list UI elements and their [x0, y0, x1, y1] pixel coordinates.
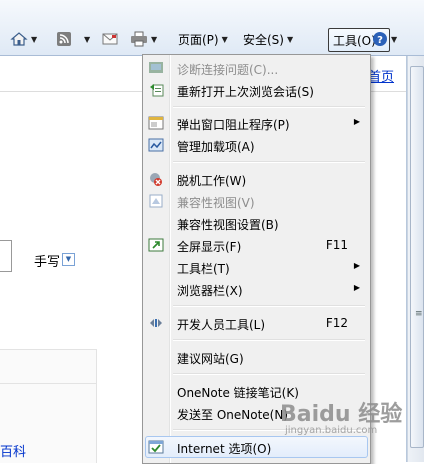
tools-menu-label: 工具(O) — [333, 33, 376, 48]
safety-menu-button[interactable]: 安全(S) ▼ — [243, 27, 293, 51]
menu-item-label: 管理加载项(A) — [177, 140, 255, 154]
feeds-button[interactable]: ▼ — [56, 27, 90, 51]
menu-separator — [173, 339, 365, 341]
read-mail-button[interactable] — [102, 27, 118, 51]
chevron-down-icon: ▼ — [221, 34, 228, 44]
homepage-link[interactable]: 首页 — [368, 66, 394, 85]
search-box[interactable] — [0, 240, 12, 272]
menu-separator — [173, 106, 365, 108]
menu-item-shortcut: F11 — [325, 238, 348, 252]
menu-item-label: 弹出窗口阻止程序(P) — [177, 118, 290, 132]
page-menu-button[interactable]: 页面(P) ▼ — [178, 27, 228, 51]
menu-item-label: 建议网站(G) — [177, 352, 244, 366]
command-bar: ▼ ▼ ▼ 页面(P) ▼ 安全(S) ▼ 工具(O) ? ▼ — [0, 0, 424, 56]
addons-icon — [148, 138, 164, 152]
menu-item-compat-view[interactable]: 兼容性视图(V) — [145, 190, 368, 212]
menu-item-developer-tools[interactable]: 开发人员工具(L) F12 — [145, 312, 368, 334]
handwrite-label[interactable]: 手写 — [34, 251, 60, 270]
menu-item-label: 兼容性视图设置(B) — [177, 218, 279, 232]
offline-icon — [150, 173, 162, 186]
diagnose-icon — [149, 62, 163, 73]
popup-blocker-icon — [148, 116, 164, 130]
menu-item-fullscreen[interactable]: 全屏显示(F) F11 — [145, 234, 368, 256]
menu-separator — [173, 161, 365, 163]
rss-feed-icon — [57, 32, 71, 46]
fullscreen-icon — [148, 238, 164, 252]
chevron-down-icon: ▼ — [84, 34, 91, 44]
menu-item-label: Internet 选项(O) — [177, 442, 272, 456]
menu-item-label: 重新打开上次浏览会话(S) — [177, 85, 314, 99]
safety-menu-label: 安全(S) — [243, 32, 284, 47]
vertical-scrollbar[interactable]: ≡ — [407, 56, 424, 462]
menu-item-reopen-session[interactable]: 重新打开上次浏览会话(S) — [145, 79, 368, 101]
menu-separator — [173, 305, 365, 307]
submenu-arrow-icon: ▶ — [353, 261, 360, 270]
menu-item-explorer-bars[interactable]: 浏览器栏(X) ▶ — [145, 278, 368, 300]
menu-item-label: 开发人员工具(L) — [177, 318, 266, 332]
menu-item-label: 浏览器栏(X) — [177, 284, 243, 298]
menu-item-label: 脱机工作(W) — [177, 174, 247, 188]
chevron-down-icon: ▼ — [31, 34, 38, 44]
menu-item-label: 工具栏(T) — [177, 262, 230, 276]
menu-item-internet-options[interactable]: Internet 选项(O) — [145, 436, 368, 458]
menu-item-diagnose[interactable]: 诊断连接问题(C)... — [145, 57, 368, 79]
reopen-session-icon — [150, 84, 164, 97]
menu-item-popup-blocker[interactable]: 弹出窗口阻止程序(P) ▶ — [145, 112, 368, 134]
menu-item-compat-view-settings[interactable]: 兼容性视图设置(B) — [145, 212, 368, 234]
home-icon — [10, 32, 28, 46]
menu-item-label: 诊断连接问题(C)... — [177, 63, 279, 77]
help-button[interactable]: ? ▼ — [372, 27, 397, 51]
home-button[interactable]: ▼ — [10, 27, 37, 51]
internet-options-icon — [148, 440, 164, 454]
menu-item-work-offline[interactable]: 脱机工作(W) — [145, 168, 368, 190]
menu-item-toolbars[interactable]: 工具栏(T) ▶ — [145, 256, 368, 278]
compat-view-icon — [149, 194, 163, 208]
printer-icon — [131, 31, 147, 47]
submenu-arrow-icon: ▶ — [353, 117, 360, 126]
baidu-watermark-url: jingyan.baidu.com — [285, 425, 378, 436]
handwrite-dropdown[interactable]: ▼ — [62, 253, 75, 266]
menu-item-label: 全屏显示(F) — [177, 240, 242, 254]
menu-separator — [173, 373, 365, 375]
menu-item-manage-addons[interactable]: 管理加载项(A) — [145, 134, 368, 156]
chevron-down-icon: ▼ — [286, 34, 294, 44]
mail-icon — [102, 33, 118, 45]
content-panel-line — [0, 383, 96, 384]
baike-link[interactable]: 百科 — [0, 441, 26, 460]
svg-text:?: ? — [377, 35, 383, 46]
dev-tools-icon — [150, 319, 162, 327]
print-button[interactable]: ▼ — [130, 27, 157, 51]
page-menu-label: 页面(P) — [178, 32, 219, 47]
menu-item-label: 发送至 OneNote(N) — [177, 408, 288, 422]
submenu-arrow-icon: ▶ — [353, 283, 360, 292]
help-icon: ? — [373, 32, 387, 46]
chevron-down-icon: ▼ — [391, 34, 398, 44]
menu-item-suggested-sites[interactable]: 建议网站(G) — [145, 346, 368, 368]
chevron-down-icon: ▼ — [151, 34, 158, 44]
menu-item-shortcut: F12 — [325, 316, 348, 330]
scrollbar-thumb[interactable]: ≡ — [410, 66, 424, 448]
baidu-watermark: Baidu 经验 — [280, 402, 403, 427]
menu-item-label: 兼容性视图(V) — [177, 196, 255, 210]
grip-icon: ≡ — [415, 309, 423, 319]
